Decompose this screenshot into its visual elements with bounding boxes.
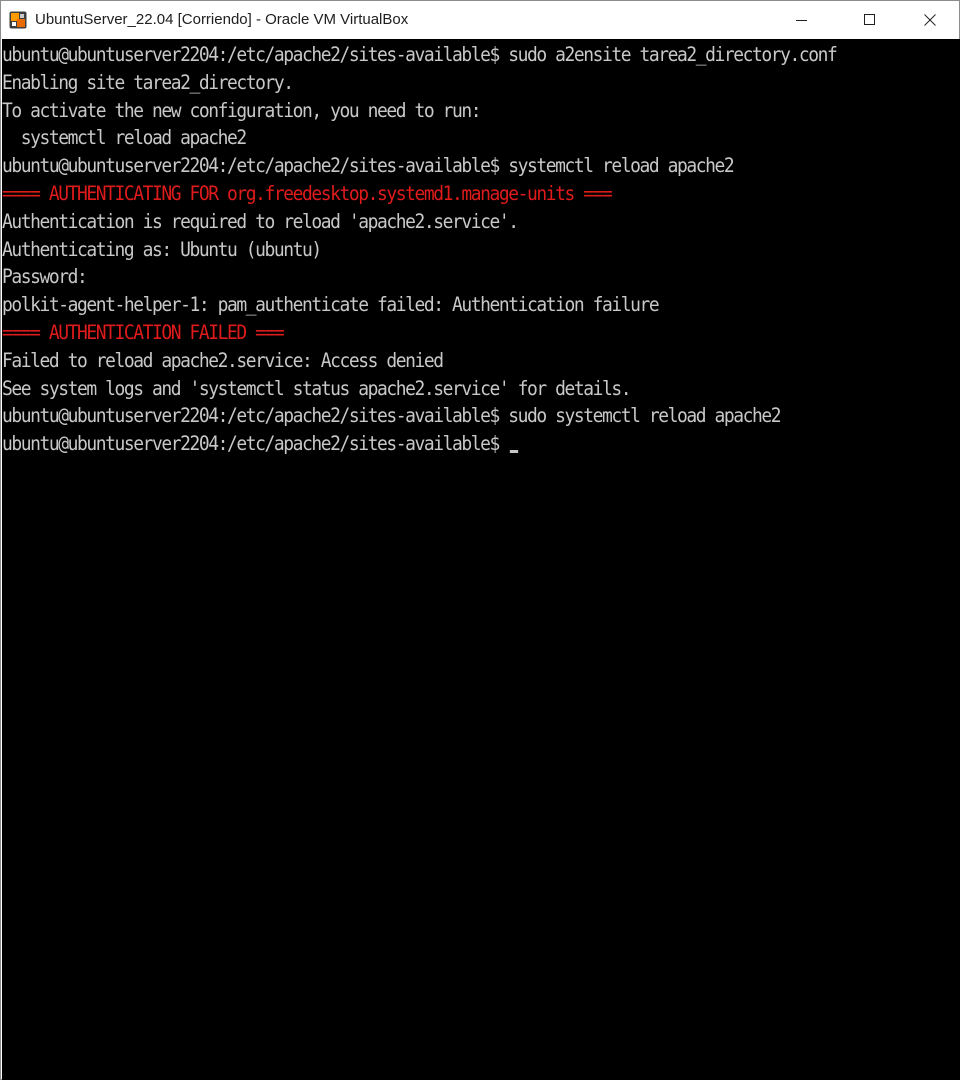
maximize-button[interactable]	[847, 1, 893, 39]
terminal-line: ubuntu@ubuntuserver2204:/etc/apache2/sit…	[2, 41, 838, 69]
terminal-line: To activate the new configuration, you n…	[2, 97, 836, 125]
minimize-icon	[796, 20, 807, 21]
terminal-line: polkit-agent-helper-1: pam_authenticate …	[2, 291, 836, 319]
terminal-line: ubuntu@ubuntuserver2204:/etc/apache2/sit…	[2, 402, 836, 430]
terminal-line-error: ==== AUTHENTICATING FOR org.freedesktop.…	[2, 180, 836, 208]
terminal-line-text: ubuntu@ubuntuserver2204:/etc/apache2/sit…	[2, 404, 782, 428]
terminal-line-text: Authentication is required to reload 'ap…	[2, 209, 519, 233]
terminal-line-text: ubuntu@ubuntuserver2204:/etc/apache2/sit…	[2, 154, 735, 178]
window-title: UbuntuServer_22.04 [Corriendo] - Oracle …	[35, 11, 409, 28]
terminal-line: Authentication is required to reload 'ap…	[2, 208, 836, 236]
terminal-line-text: Failed to reload apache2.service: Access…	[2, 348, 444, 372]
minimize-button[interactable]	[779, 1, 825, 39]
terminal-line-text: ==== AUTHENTICATING FOR org.freedesktop.…	[2, 181, 613, 205]
terminal-line-text: To activate the new configuration, you n…	[2, 98, 482, 122]
terminal-line-text: polkit-agent-helper-1: pam_authenticate …	[2, 293, 660, 317]
terminal-line-error: ==== AUTHENTICATION FAILED ===	[2, 319, 836, 347]
window-titlebar[interactable]: UbuntuServer_22.04 [Corriendo] - Oracle …	[1, 1, 959, 39]
terminal-output: ubuntu@ubuntuserver2204:/etc/apache2/sit…	[2, 41, 909, 458]
terminal-line-text: ubuntu@ubuntuserver2204:/etc/apache2/sit…	[2, 432, 509, 456]
virtualbox-window: UbuntuServer_22.04 [Corriendo] - Oracle …	[0, 0, 960, 1080]
maximize-icon	[864, 14, 875, 25]
vm-console-screen[interactable]: ubuntu@ubuntuserver2204:/etc/apache2/sit…	[2, 39, 960, 1080]
terminal-line: Authenticating as: Ubuntu (ubuntu)	[2, 236, 836, 264]
terminal-line: Failed to reload apache2.service: Access…	[2, 347, 836, 375]
terminal-line: See system logs and 'systemctl status ap…	[2, 375, 836, 403]
terminal-line-text: Enabling site tarea2_directory.	[2, 70, 294, 94]
terminal-line-text: See system logs and 'systemctl status ap…	[2, 376, 632, 400]
close-icon	[924, 14, 936, 26]
terminal-line: ubuntu@ubuntuserver2204:/etc/apache2/sit…	[2, 430, 836, 458]
terminal-line: systemctl reload apache2	[2, 124, 836, 152]
close-button[interactable]	[907, 1, 953, 39]
terminal-line: Enabling site tarea2_directory.	[2, 69, 836, 97]
terminal-line-text: Password:	[2, 265, 88, 289]
virtualbox-icon	[9, 11, 27, 29]
terminal-line-text: ubuntu@ubuntuserver2204:/etc/apache2/sit…	[2, 43, 838, 66]
terminal-line: ubuntu@ubuntuserver2204:/etc/apache2/sit…	[2, 152, 836, 180]
terminal-line-text: Authenticating as: Ubuntu (ubuntu)	[2, 237, 322, 261]
terminal-cursor	[510, 450, 519, 454]
terminal-line: Password:	[2, 263, 836, 291]
terminal-line-text: ==== AUTHENTICATION FAILED ===	[2, 320, 285, 344]
terminal-line-text: systemctl reload apache2	[2, 126, 247, 150]
